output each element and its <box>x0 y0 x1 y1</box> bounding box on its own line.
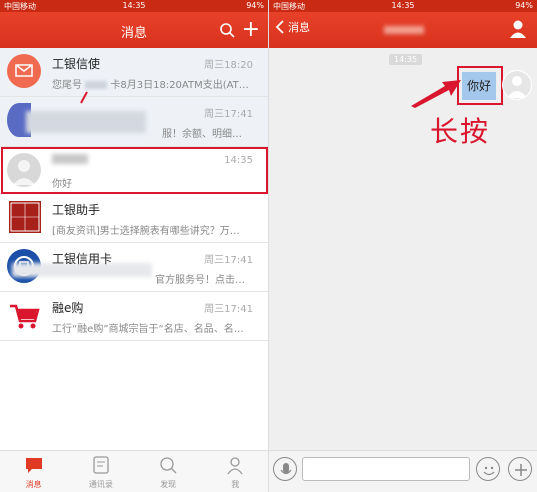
highlight-box-contact <box>1 147 268 194</box>
back-label: 消息 <box>288 21 310 34</box>
chat-name: 工银信用卡 <box>52 252 113 266</box>
chat-preview: [商友资讯]男士选择腕表有哪些讲究？万… <box>52 226 240 237</box>
status-bar: 中国移动 14:35 94% <box>0 0 268 12</box>
nav-bar: 消息 <box>269 12 537 48</box>
chat-item-icbc-assistant[interactable]: 工银助手 [商友资讯]男士选择腕表有哪些讲究？万… <box>0 194 268 243</box>
chat-name: 融e购 <box>52 301 84 315</box>
chat-time: 周三17:41 <box>204 109 253 120</box>
message-timestamp: 14:35 <box>389 54 423 65</box>
contacts-icon <box>93 456 109 474</box>
battery-level: 94% <box>246 1 264 10</box>
chat-item-blurred-1[interactable]: 周三17:41 服！余额、明细… <box>0 91 268 147</box>
chat-preview: 您尾号 卡8月3日18:20ATM支出(AT… <box>52 76 255 91</box>
seal-icon <box>10 202 40 232</box>
arrow-annotation-icon <box>411 80 461 108</box>
bottom-tab-bar: 消息 通讯录 发现 我 <box>0 450 268 492</box>
emoji-button[interactable] <box>476 457 500 481</box>
contact-name-redacted <box>384 26 424 34</box>
tab-discover[interactable]: 发现 <box>135 451 202 492</box>
shopping-cart-icon <box>10 304 40 329</box>
message-input[interactable] <box>302 457 470 481</box>
message-list-screen: 中国移动 14:35 94% 消息 + 工银信使 周三18:20 您尾号 卡8月… <box>0 0 269 492</box>
microphone-icon <box>280 463 292 475</box>
chat-item-icbc-messenger[interactable]: 工银信使 周三18:20 您尾号 卡8月3日18:20ATM支出(AT… <box>0 48 268 97</box>
chat-preview: 服！余额、明细… <box>162 129 242 140</box>
tab-label: 发现 <box>160 480 177 489</box>
voice-button[interactable] <box>273 457 297 481</box>
person-icon <box>503 71 531 99</box>
chat-time: 周三17:41 <box>204 255 253 266</box>
chat-name: 工银信使 <box>52 57 101 71</box>
tab-contacts[interactable]: 通讯录 <box>67 451 134 492</box>
search-icon <box>160 457 177 474</box>
status-time: 14:35 <box>391 1 415 10</box>
chat-bubble-icon <box>25 458 42 473</box>
icbc-messenger-avatar <box>7 54 41 88</box>
chat-preview: 官方服务号！点击… <box>155 275 245 286</box>
user-profile-icon[interactable] <box>509 19 527 39</box>
tab-messages[interactable]: 消息 <box>0 451 67 492</box>
tab-label: 通讯录 <box>88 480 113 489</box>
my-avatar[interactable] <box>502 70 532 100</box>
red-stroke-mark <box>80 91 88 104</box>
tab-label: 消息 <box>25 480 42 489</box>
search-icon[interactable] <box>219 22 235 38</box>
status-bar: 中国移动 14:35 94% <box>269 0 537 12</box>
chat-preview-tail: 卡8月3日18:20ATM支出(AT… <box>110 80 249 91</box>
tab-label: 我 <box>231 480 240 489</box>
back-button[interactable]: 消息 <box>275 19 310 35</box>
nav-bar: 消息 + <box>0 12 268 48</box>
person-icon <box>227 457 243 475</box>
add-icon[interactable]: + <box>242 19 260 41</box>
chat-time: 周三18:20 <box>204 60 253 71</box>
more-button[interactable] <box>508 457 532 481</box>
chat-item-icbc-credit-card[interactable]: 工银信用卡 周三17:41 官方服务号！点击… <box>0 243 268 292</box>
message-input-bar <box>269 450 537 492</box>
chat-time: 周三17:41 <box>204 304 253 315</box>
tab-me[interactable]: 我 <box>202 451 268 492</box>
chat-list: 工银信使 周三18:20 您尾号 卡8月3日18:20ATM支出(AT… 周三1… <box>0 48 268 341</box>
plus-icon <box>515 464 527 476</box>
rong-e-gou-avatar <box>7 298 41 332</box>
chat-preview-head: 您尾号 <box>52 80 82 91</box>
chat-name: 工银助手 <box>52 203 101 217</box>
chat-screen: 中国移动 14:35 94% 消息 14:35 你好 长按 <box>269 0 537 492</box>
status-time: 14:35 <box>122 1 146 10</box>
smiley-icon <box>483 466 495 476</box>
chat-item-rong-e-gou[interactable]: 融e购 周三17:41 工行“融e购”商城宗旨于“名店、名品、名… <box>0 292 268 341</box>
envelope-icon <box>15 64 33 77</box>
long-press-annotation: 长按 <box>430 115 491 148</box>
battery-level: 94% <box>515 1 533 10</box>
chat-preview: 工行“融e购”商城宗旨于“名店、名品、名… <box>52 324 244 335</box>
chevron-left-icon <box>275 20 284 34</box>
icbc-assistant-avatar <box>9 201 41 233</box>
